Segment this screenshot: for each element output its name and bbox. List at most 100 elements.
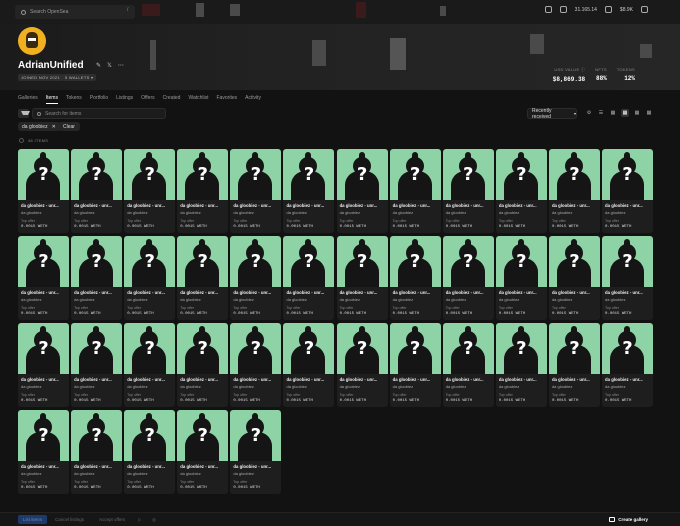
nft-image[interactable]: ? bbox=[548, 323, 600, 374]
nft-image[interactable]: ? bbox=[177, 236, 229, 287]
nft-image[interactable]: ? bbox=[230, 410, 282, 461]
nft-title[interactable]: da gloobiez - unr... bbox=[605, 377, 643, 382]
nft-image[interactable]: ? bbox=[495, 149, 547, 200]
clear-filters-button[interactable]: Clear bbox=[58, 122, 80, 131]
nft-title[interactable]: da gloobiez - unr... bbox=[233, 464, 271, 469]
nft-image[interactable]: ? bbox=[602, 236, 654, 287]
tab-items[interactable]: Items bbox=[45, 95, 58, 104]
cart-icon[interactable] bbox=[641, 6, 648, 13]
nft-card[interactable]: ? da gloobiez - unr... da gloobiez Top offe… bbox=[336, 149, 388, 233]
nft-card[interactable]: ? da gloobiez - unr... da gloobiez Top offe… bbox=[18, 410, 69, 494]
nft-title[interactable]: da gloobiez - unr... bbox=[74, 464, 112, 469]
tab-offers[interactable]: Offers bbox=[141, 95, 155, 104]
nft-image[interactable]: ? bbox=[336, 236, 388, 287]
tab-favorites[interactable]: Favorites bbox=[217, 95, 238, 104]
tab-activity[interactable]: Activity bbox=[245, 95, 261, 104]
nft-image[interactable]: ? bbox=[389, 149, 441, 200]
nft-card[interactable]: ? da gloobiez - unr... da gloobiez Top offe… bbox=[230, 323, 282, 407]
nft-image[interactable]: ? bbox=[71, 410, 123, 461]
nft-card[interactable]: ? da gloobiez - unr... da gloobiez Top offe… bbox=[336, 323, 388, 407]
nft-card[interactable]: ? da gloobiez - unr... da gloobiez Top offe… bbox=[177, 323, 229, 407]
nft-card[interactable]: ? da gloobiez - unr... da gloobiez Top offe… bbox=[230, 236, 282, 320]
nft-image[interactable]: ? bbox=[124, 149, 176, 200]
nft-title[interactable]: da gloobiez - unr... bbox=[499, 377, 537, 382]
nft-title[interactable]: da gloobiez - unr... bbox=[340, 203, 378, 208]
edit-icon[interactable]: ✎ bbox=[96, 62, 101, 69]
nft-card[interactable]: ? da gloobiez - unr... da gloobiez Top offe… bbox=[124, 410, 176, 494]
nft-card[interactable]: ? da gloobiez - unr... da gloobiez Top offe… bbox=[283, 323, 335, 407]
nft-image[interactable]: ? bbox=[177, 323, 229, 374]
nft-title[interactable]: da gloobiez - unr... bbox=[286, 290, 324, 295]
nft-title[interactable]: da gloobiez - unr... bbox=[74, 377, 112, 382]
nft-image[interactable]: ? bbox=[442, 236, 494, 287]
nft-title[interactable]: da gloobiez - unr... bbox=[21, 290, 59, 295]
nft-card[interactable]: ? da gloobiez - unr... da gloobiez Top offe… bbox=[442, 236, 494, 320]
nft-card[interactable]: ? da gloobiez - unr... da gloobiez Top offe… bbox=[389, 236, 441, 320]
nft-card[interactable]: ? da gloobiez - unr... da gloobiez Top offe… bbox=[124, 323, 176, 407]
nft-title[interactable]: da gloobiez - unr... bbox=[552, 203, 590, 208]
nft-card[interactable]: ? da gloobiez - unr... da gloobiez Top offe… bbox=[548, 149, 600, 233]
nft-image[interactable]: ? bbox=[124, 323, 176, 374]
nft-card[interactable]: ? da gloobiez - unr... da gloobiez Top offe… bbox=[71, 236, 123, 320]
nft-title[interactable]: da gloobiez - unr... bbox=[446, 377, 484, 382]
active-filter-chip[interactable]: da gloobiez ✕ bbox=[18, 122, 60, 131]
nft-image[interactable]: ? bbox=[389, 236, 441, 287]
nft-title[interactable]: da gloobiez - unr... bbox=[127, 203, 165, 208]
nft-title[interactable]: da gloobiez - unr... bbox=[393, 290, 431, 295]
nft-card[interactable]: ? da gloobiez - unr... da gloobiez Top offe… bbox=[177, 149, 229, 233]
tab-tokens[interactable]: Tokens bbox=[66, 95, 82, 104]
nft-title[interactable]: da gloobiez - unr... bbox=[180, 203, 218, 208]
nft-image[interactable]: ? bbox=[283, 236, 335, 287]
nft-image[interactable]: ? bbox=[389, 323, 441, 374]
nft-image[interactable]: ? bbox=[177, 149, 229, 200]
nft-title[interactable]: da gloobiez - unr... bbox=[446, 203, 484, 208]
create-gallery-button[interactable]: Create gallery bbox=[609, 515, 648, 524]
nft-image[interactable]: ? bbox=[71, 323, 123, 374]
nft-title[interactable]: da gloobiez - unr... bbox=[552, 377, 590, 382]
nft-title[interactable]: da gloobiez - unr... bbox=[286, 377, 324, 382]
nft-title[interactable]: da gloobiez - unr... bbox=[446, 290, 484, 295]
nft-title[interactable]: da gloobiez - unr... bbox=[340, 377, 378, 382]
filter-toggle-button[interactable] bbox=[18, 109, 30, 118]
list-view-icon[interactable]: ☰ bbox=[597, 109, 605, 117]
nft-title[interactable]: da gloobiez - unr... bbox=[74, 290, 112, 295]
nft-card[interactable]: ? da gloobiez - unr... da gloobiez Top offe… bbox=[230, 149, 282, 233]
nft-card[interactable]: ? da gloobiez - unr... da gloobiez Top offe… bbox=[124, 236, 176, 320]
nft-title[interactable]: da gloobiez - unr... bbox=[21, 203, 59, 208]
nft-title[interactable]: da gloobiez - unr... bbox=[393, 203, 431, 208]
nft-card[interactable]: ? da gloobiez - unr... da gloobiez Top offe… bbox=[442, 149, 494, 233]
nft-card[interactable]: ? da gloobiez - unr... da gloobiez Top offe… bbox=[18, 149, 69, 233]
list-items-button[interactable]: List items bbox=[18, 515, 48, 524]
nft-image[interactable]: ? bbox=[18, 149, 69, 200]
nft-image[interactable]: ? bbox=[124, 410, 176, 461]
nft-card[interactable]: ? da gloobiez - unr... da gloobiez Top offe… bbox=[283, 236, 335, 320]
nft-title[interactable]: da gloobiez - unr... bbox=[180, 377, 218, 382]
nft-image[interactable]: ? bbox=[548, 149, 600, 200]
sort-dropdown[interactable]: Recently received ▾ bbox=[527, 108, 577, 120]
nft-title[interactable]: da gloobiez - unr... bbox=[74, 203, 112, 208]
nft-title[interactable]: da gloobiez - unr... bbox=[552, 290, 590, 295]
nft-image[interactable]: ? bbox=[548, 236, 600, 287]
nft-card[interactable]: ? da gloobiez - unr... da gloobiez Top offe… bbox=[495, 236, 547, 320]
nft-image[interactable]: ? bbox=[602, 323, 654, 374]
tab-watchlist[interactable]: Watchlist bbox=[188, 95, 208, 104]
nft-image[interactable]: ? bbox=[18, 236, 69, 287]
nft-title[interactable]: da gloobiez - unr... bbox=[21, 464, 59, 469]
nft-title[interactable]: da gloobiez - unr... bbox=[127, 377, 165, 382]
nft-card[interactable]: ? da gloobiez - unr... da gloobiez Top offe… bbox=[71, 410, 123, 494]
tab-listings[interactable]: Listings bbox=[116, 95, 133, 104]
settings-icon[interactable]: ⚙ bbox=[585, 109, 593, 117]
nft-card[interactable]: ? da gloobiez - unr... da gloobiez Top offe… bbox=[177, 410, 229, 494]
nft-card[interactable]: ? da gloobiez - unr... da gloobiez Top offe… bbox=[71, 149, 123, 233]
nft-card[interactable]: ? da gloobiez - unr... da gloobiez Top offe… bbox=[124, 149, 176, 233]
nft-image[interactable]: ? bbox=[177, 410, 229, 461]
nft-image[interactable]: ? bbox=[230, 236, 282, 287]
nft-image[interactable]: ? bbox=[283, 323, 335, 374]
nft-card[interactable]: ? da gloobiez - unr... da gloobiez Top offe… bbox=[230, 410, 282, 494]
nft-card[interactable]: ? da gloobiez - unr... da gloobiez Top offe… bbox=[18, 236, 69, 320]
transfer-icon[interactable]: ▷ bbox=[138, 515, 141, 524]
cancel-listings-button[interactable]: Cancel listings bbox=[55, 515, 84, 524]
nft-title[interactable]: da gloobiez - unr... bbox=[127, 290, 165, 295]
close-icon[interactable]: ✕ bbox=[52, 124, 56, 130]
nft-title[interactable]: da gloobiez - unr... bbox=[499, 203, 537, 208]
